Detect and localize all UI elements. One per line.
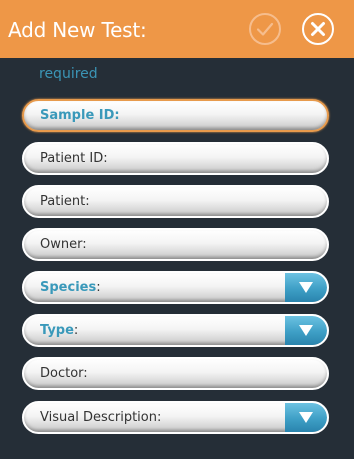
sample-id-field[interactable]: Sample ID: (22, 99, 329, 132)
dialog-title: Add New Test: (8, 18, 147, 42)
patient-id-label: Patient ID: (40, 151, 108, 166)
required-label: required (39, 66, 98, 82)
confirm-button[interactable] (249, 13, 281, 45)
visual-description-label: Visual Description: (40, 410, 162, 425)
close-button[interactable] (302, 13, 334, 45)
close-x-icon (311, 22, 325, 36)
type-label: Type: (40, 323, 79, 338)
chevron-down-icon (299, 325, 313, 336)
doctor-label: Doctor: (40, 366, 88, 381)
species-label: Species: (40, 280, 101, 295)
doctor-field[interactable]: Doctor: (22, 357, 329, 390)
visual-description-select[interactable]: Visual Description: (22, 401, 329, 434)
owner-field[interactable]: Owner: (22, 228, 329, 261)
species-select[interactable]: Species: (22, 271, 329, 304)
sample-id-label: Sample ID: (40, 108, 120, 123)
patient-label: Patient: (40, 194, 90, 209)
dialog-header: Add New Test: (0, 0, 354, 58)
chevron-down-icon (299, 412, 313, 423)
chevron-down-icon (299, 282, 313, 293)
patient-id-field[interactable]: Patient ID: (22, 142, 329, 175)
patient-field[interactable]: Patient: (22, 185, 329, 218)
owner-label: Owner: (40, 237, 87, 252)
species-dropdown-button[interactable] (285, 273, 327, 302)
checkmark-icon (256, 22, 274, 36)
type-select[interactable]: Type: (22, 314, 329, 347)
add-new-test-dialog: Add New Test: required Sample ID: Patien… (0, 0, 354, 459)
visual-description-dropdown-button[interactable] (285, 403, 327, 432)
type-dropdown-button[interactable] (285, 316, 327, 345)
